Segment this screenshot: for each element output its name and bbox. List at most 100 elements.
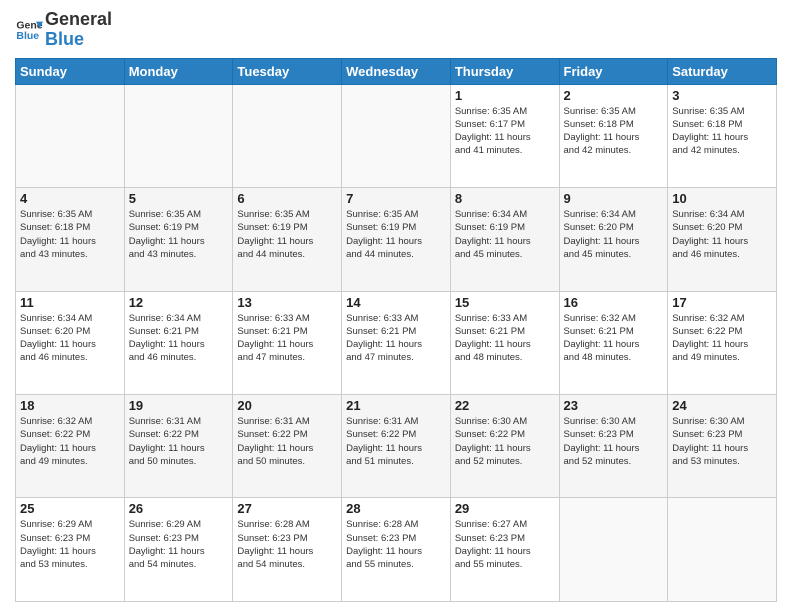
- day-info: Sunrise: 6:28 AM Sunset: 6:23 PM Dayligh…: [237, 518, 337, 571]
- weekday-header-wednesday: Wednesday: [342, 58, 451, 84]
- day-number: 28: [346, 501, 446, 516]
- calendar-cell: 2 Sunrise: 6:35 AM Sunset: 6:18 PM Daylig…: [559, 84, 668, 187]
- day-number: 10: [672, 191, 772, 206]
- calendar-cell: 8 Sunrise: 6:34 AM Sunset: 6:19 PM Daylig…: [450, 188, 559, 291]
- weekday-header-saturday: Saturday: [668, 58, 777, 84]
- calendar-cell: 3 Sunrise: 6:35 AM Sunset: 6:18 PM Daylig…: [668, 84, 777, 187]
- day-info: Sunrise: 6:34 AM Sunset: 6:21 PM Dayligh…: [129, 312, 229, 365]
- weekday-header-tuesday: Tuesday: [233, 58, 342, 84]
- calendar-cell: 10 Sunrise: 6:34 AM Sunset: 6:20 PM Dayli…: [668, 188, 777, 291]
- calendar-cell: 29 Sunrise: 6:27 AM Sunset: 6:23 PM Dayli…: [450, 498, 559, 602]
- calendar-cell: 11 Sunrise: 6:34 AM Sunset: 6:20 PM Dayli…: [16, 291, 125, 394]
- day-info: Sunrise: 6:32 AM Sunset: 6:22 PM Dayligh…: [20, 415, 120, 468]
- day-number: 6: [237, 191, 337, 206]
- day-number: 17: [672, 295, 772, 310]
- day-number: 3: [672, 88, 772, 103]
- day-info: Sunrise: 6:30 AM Sunset: 6:22 PM Dayligh…: [455, 415, 555, 468]
- calendar-table: SundayMondayTuesdayWednesdayThursdayFrid…: [15, 58, 777, 602]
- svg-text:Blue: Blue: [16, 30, 39, 42]
- day-number: 14: [346, 295, 446, 310]
- calendar-cell: [342, 84, 451, 187]
- day-number: 5: [129, 191, 229, 206]
- calendar-cell: 6 Sunrise: 6:35 AM Sunset: 6:19 PM Daylig…: [233, 188, 342, 291]
- logo-icon: General Blue: [15, 16, 43, 44]
- day-number: 12: [129, 295, 229, 310]
- day-info: Sunrise: 6:31 AM Sunset: 6:22 PM Dayligh…: [346, 415, 446, 468]
- day-info: Sunrise: 6:35 AM Sunset: 6:18 PM Dayligh…: [20, 208, 120, 261]
- day-number: 15: [455, 295, 555, 310]
- day-info: Sunrise: 6:35 AM Sunset: 6:19 PM Dayligh…: [237, 208, 337, 261]
- day-number: 19: [129, 398, 229, 413]
- calendar-cell: 20 Sunrise: 6:31 AM Sunset: 6:22 PM Dayli…: [233, 395, 342, 498]
- day-info: Sunrise: 6:33 AM Sunset: 6:21 PM Dayligh…: [237, 312, 337, 365]
- weekday-header-monday: Monday: [124, 58, 233, 84]
- day-number: 7: [346, 191, 446, 206]
- day-number: 2: [564, 88, 664, 103]
- calendar-cell: [124, 84, 233, 187]
- calendar-cell: 9Sunrise: 6:34 AM Sunset: 6:20 PM Daylig…: [559, 188, 668, 291]
- day-info: Sunrise: 6:35 AM Sunset: 6:17 PM Dayligh…: [455, 105, 555, 158]
- day-number: 27: [237, 501, 337, 516]
- week-row-3: 11 Sunrise: 6:34 AM Sunset: 6:20 PM Dayli…: [16, 291, 777, 394]
- calendar-cell: 18 Sunrise: 6:32 AM Sunset: 6:22 PM Dayli…: [16, 395, 125, 498]
- calendar-cell: 7 Sunrise: 6:35 AM Sunset: 6:19 PM Daylig…: [342, 188, 451, 291]
- day-number: 18: [20, 398, 120, 413]
- calendar-cell: 21Sunrise: 6:31 AM Sunset: 6:22 PM Dayli…: [342, 395, 451, 498]
- day-info: Sunrise: 6:34 AM Sunset: 6:20 PM Dayligh…: [20, 312, 120, 365]
- day-number: 4: [20, 191, 120, 206]
- calendar-cell: 23 Sunrise: 6:30 AM Sunset: 6:23 PM Dayli…: [559, 395, 668, 498]
- day-info: Sunrise: 6:35 AM Sunset: 6:18 PM Dayligh…: [564, 105, 664, 158]
- day-info: Sunrise: 6:31 AM Sunset: 6:22 PM Dayligh…: [129, 415, 229, 468]
- weekday-header-row: SundayMondayTuesdayWednesdayThursdayFrid…: [16, 58, 777, 84]
- day-number: 20: [237, 398, 337, 413]
- day-info: Sunrise: 6:28 AM Sunset: 6:23 PM Dayligh…: [346, 518, 446, 571]
- weekday-header-friday: Friday: [559, 58, 668, 84]
- day-info: Sunrise: 6:29 AM Sunset: 6:23 PM Dayligh…: [20, 518, 120, 571]
- day-info: Sunrise: 6:31 AM Sunset: 6:22 PM Dayligh…: [237, 415, 337, 468]
- calendar-cell: 22Sunrise: 6:30 AM Sunset: 6:22 PM Dayli…: [450, 395, 559, 498]
- day-number: 1: [455, 88, 555, 103]
- day-number: 8: [455, 191, 555, 206]
- day-info: Sunrise: 6:29 AM Sunset: 6:23 PM Dayligh…: [129, 518, 229, 571]
- day-info: Sunrise: 6:34 AM Sunset: 6:20 PM Dayligh…: [672, 208, 772, 261]
- calendar-cell: 12 Sunrise: 6:34 AM Sunset: 6:21 PM Dayli…: [124, 291, 233, 394]
- day-info: Sunrise: 6:32 AM Sunset: 6:21 PM Dayligh…: [564, 312, 664, 365]
- header: General Blue General Blue: [15, 10, 777, 50]
- calendar-cell: 4 Sunrise: 6:35 AM Sunset: 6:18 PM Daylig…: [16, 188, 125, 291]
- day-number: 29: [455, 501, 555, 516]
- calendar-cell: 17 Sunrise: 6:32 AM Sunset: 6:22 PM Dayli…: [668, 291, 777, 394]
- day-number: 9: [564, 191, 664, 206]
- week-row-2: 4 Sunrise: 6:35 AM Sunset: 6:18 PM Daylig…: [16, 188, 777, 291]
- calendar-cell: [16, 84, 125, 187]
- logo-text-general: General: [45, 10, 112, 30]
- logo-text-blue: Blue: [45, 30, 112, 50]
- calendar-cell: 13 Sunrise: 6:33 AM Sunset: 6:21 PM Dayli…: [233, 291, 342, 394]
- logo: General Blue General Blue: [15, 10, 112, 50]
- week-row-5: 25Sunrise: 6:29 AM Sunset: 6:23 PM Dayli…: [16, 498, 777, 602]
- day-info: Sunrise: 6:30 AM Sunset: 6:23 PM Dayligh…: [564, 415, 664, 468]
- calendar-cell: 14Sunrise: 6:33 AM Sunset: 6:21 PM Dayli…: [342, 291, 451, 394]
- day-number: 24: [672, 398, 772, 413]
- day-number: 23: [564, 398, 664, 413]
- day-info: Sunrise: 6:34 AM Sunset: 6:19 PM Dayligh…: [455, 208, 555, 261]
- day-info: Sunrise: 6:35 AM Sunset: 6:19 PM Dayligh…: [129, 208, 229, 261]
- day-number: 13: [237, 295, 337, 310]
- calendar-cell: 5 Sunrise: 6:35 AM Sunset: 6:19 PM Daylig…: [124, 188, 233, 291]
- calendar-cell: 24 Sunrise: 6:30 AM Sunset: 6:23 PM Dayli…: [668, 395, 777, 498]
- day-number: 11: [20, 295, 120, 310]
- day-info: Sunrise: 6:27 AM Sunset: 6:23 PM Dayligh…: [455, 518, 555, 571]
- day-info: Sunrise: 6:32 AM Sunset: 6:22 PM Dayligh…: [672, 312, 772, 365]
- calendar-cell: [668, 498, 777, 602]
- day-info: Sunrise: 6:35 AM Sunset: 6:19 PM Dayligh…: [346, 208, 446, 261]
- day-info: Sunrise: 6:30 AM Sunset: 6:23 PM Dayligh…: [672, 415, 772, 468]
- day-number: 26: [129, 501, 229, 516]
- day-info: Sunrise: 6:35 AM Sunset: 6:18 PM Dayligh…: [672, 105, 772, 158]
- calendar-cell: 26 Sunrise: 6:29 AM Sunset: 6:23 PM Dayli…: [124, 498, 233, 602]
- week-row-1: 1 Sunrise: 6:35 AM Sunset: 6:17 PM Daylig…: [16, 84, 777, 187]
- calendar-cell: [559, 498, 668, 602]
- calendar-cell: 15Sunrise: 6:33 AM Sunset: 6:21 PM Dayli…: [450, 291, 559, 394]
- week-row-4: 18 Sunrise: 6:32 AM Sunset: 6:22 PM Dayli…: [16, 395, 777, 498]
- calendar-cell: 1 Sunrise: 6:35 AM Sunset: 6:17 PM Daylig…: [450, 84, 559, 187]
- page: General Blue General Blue SundayMondayTu…: [0, 0, 792, 612]
- weekday-header-sunday: Sunday: [16, 58, 125, 84]
